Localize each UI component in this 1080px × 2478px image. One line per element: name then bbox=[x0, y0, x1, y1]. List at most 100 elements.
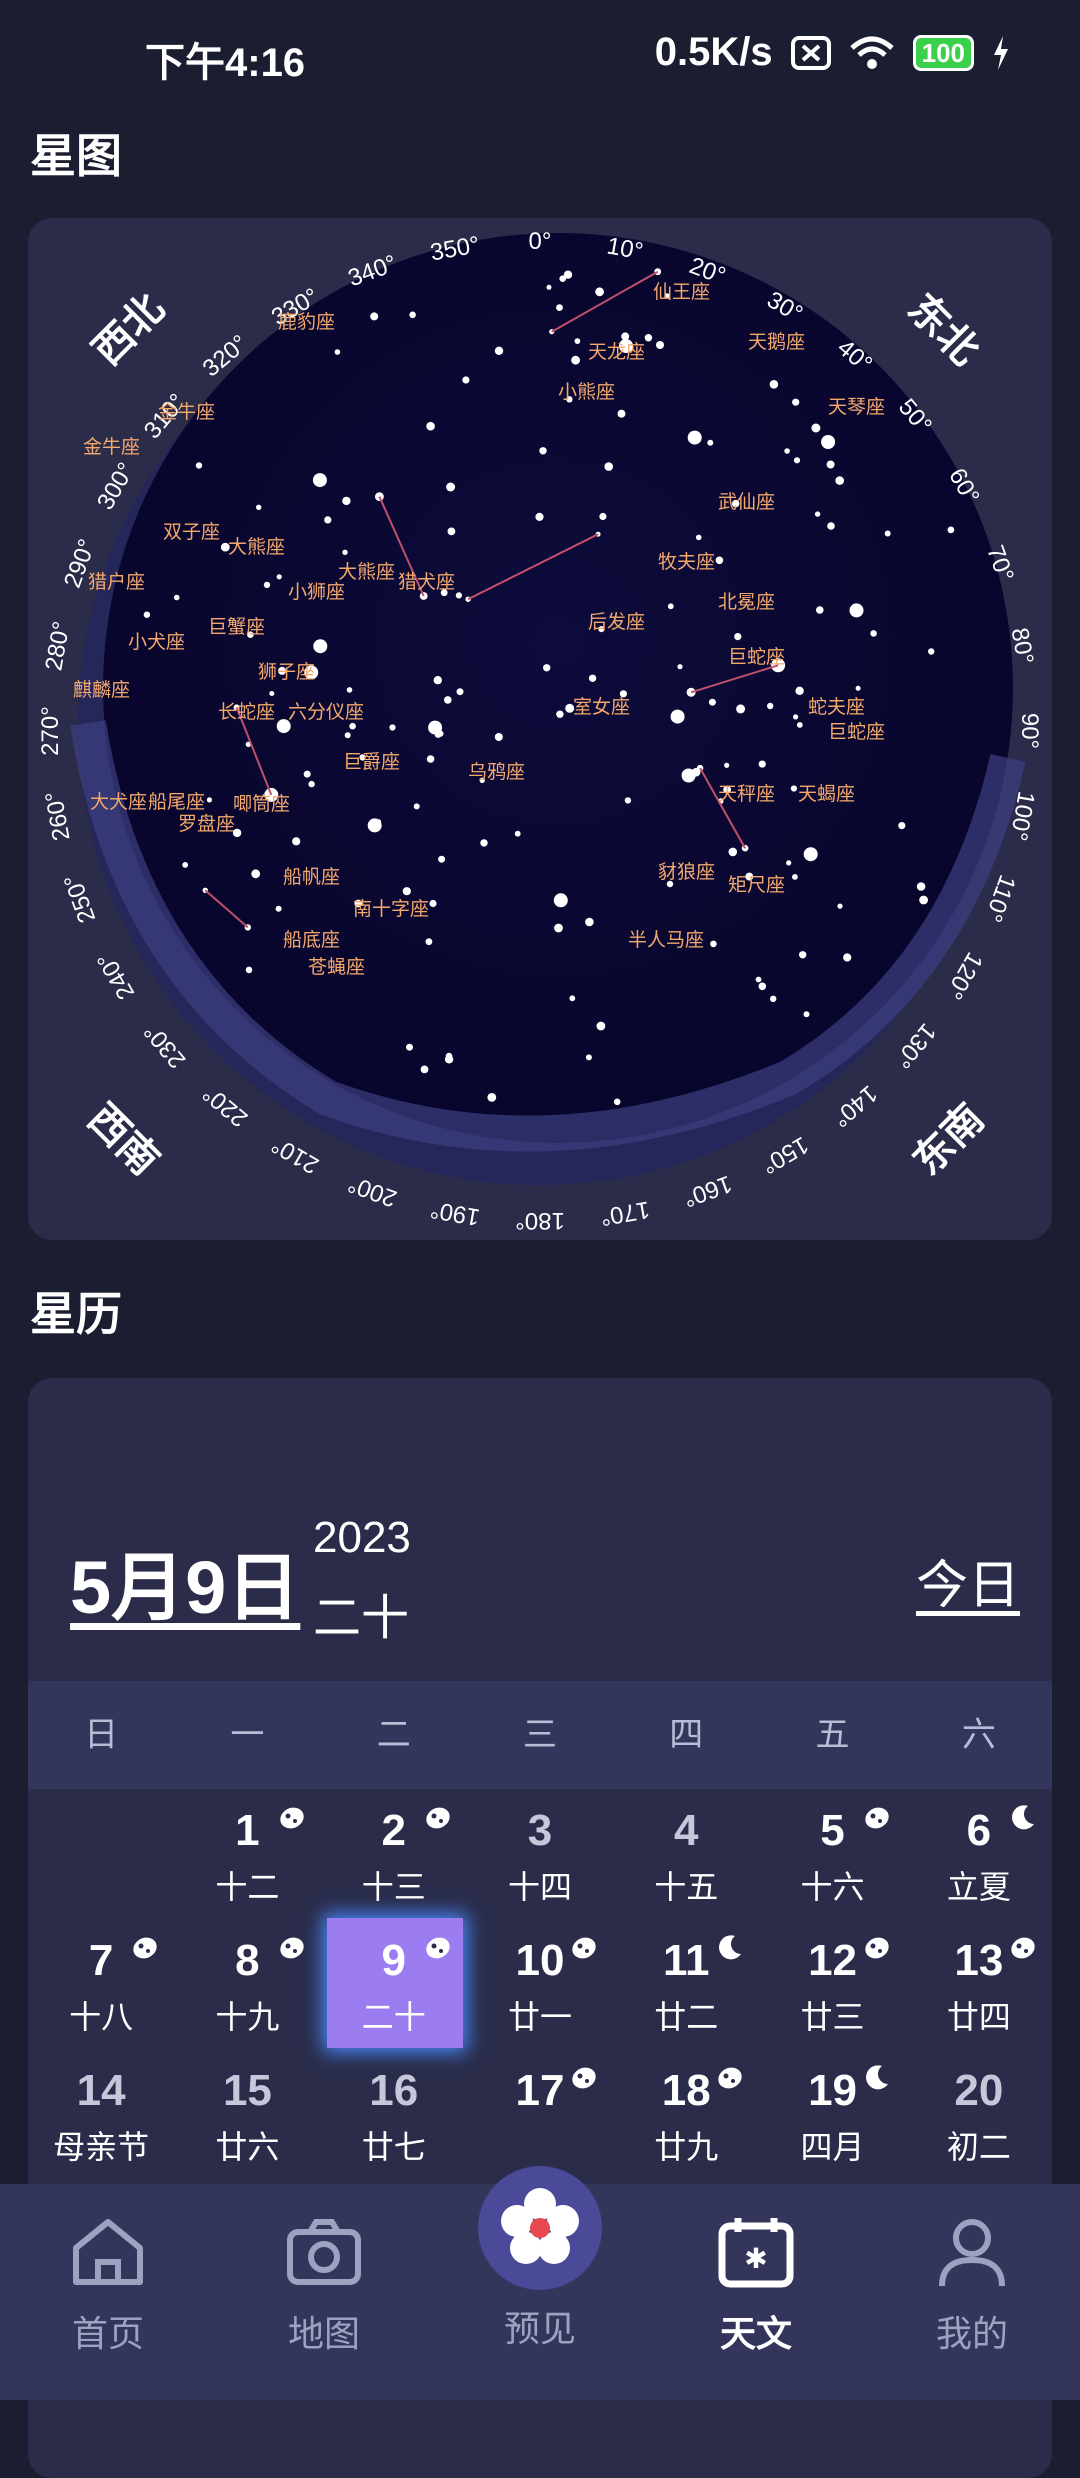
degree-label: 150° bbox=[757, 1131, 813, 1179]
star bbox=[559, 275, 566, 282]
star bbox=[269, 691, 275, 696]
calendar-day[interactable]: 20 初二 bbox=[906, 2048, 1052, 2178]
calendar-day[interactable]: 8 十九 bbox=[174, 1918, 320, 2048]
constellation-label: 苍蝇座 bbox=[308, 956, 365, 978]
star bbox=[599, 512, 607, 521]
star bbox=[656, 341, 664, 349]
status-bar: 下午4:16 0.5K/s 100 bbox=[0, 0, 1080, 110]
wifi-icon bbox=[849, 36, 894, 69]
calendar-day[interactable]: 4 十五 bbox=[613, 1788, 759, 1918]
degree-label: 230° bbox=[139, 1018, 192, 1073]
calendar-day[interactable]: 16 廿七 bbox=[321, 2048, 467, 2178]
star bbox=[947, 526, 955, 534]
star bbox=[543, 664, 551, 672]
constellation-label: 天鹅座 bbox=[748, 331, 805, 353]
star bbox=[444, 696, 452, 704]
star bbox=[928, 648, 935, 655]
day-lunar-label: 廿三 bbox=[800, 1999, 865, 2035]
weekday-label: 六 bbox=[961, 1716, 996, 1754]
star bbox=[256, 504, 262, 510]
day-lunar-label: 廿九 bbox=[654, 2129, 719, 2165]
calendar-day[interactable]: 13 廿四 bbox=[906, 1918, 1052, 2048]
star bbox=[494, 733, 503, 741]
star bbox=[494, 346, 504, 355]
day-lunar-label: 廿六 bbox=[215, 2129, 280, 2165]
starmap-title: 星图 bbox=[30, 130, 122, 182]
cloud-icon bbox=[133, 1937, 157, 1959]
star bbox=[245, 966, 253, 974]
constellation-label: 巨蛇座 bbox=[828, 721, 885, 743]
degree-label: 210° bbox=[267, 1131, 323, 1179]
calendar-day[interactable]: 1 十二 bbox=[174, 1788, 320, 1918]
star bbox=[670, 709, 685, 724]
constellation-label: 豺狼座 bbox=[658, 861, 715, 883]
day-number: 4 bbox=[674, 1806, 699, 1855]
tab-me-label: 我的 bbox=[935, 2313, 1008, 2354]
calendar-day[interactable]: 18 廿九 bbox=[613, 2048, 759, 2178]
star bbox=[426, 755, 435, 763]
star-map-card[interactable]: 350° 0° 10° 20° 30° 40° 50° 60° 70° 80° 90° 100° 110… bbox=[28, 218, 1052, 1240]
calendar-day[interactable]: 9 二十 bbox=[321, 1918, 467, 2048]
star bbox=[667, 603, 674, 610]
calendar-day[interactable]: 11 廿二 bbox=[613, 1918, 759, 2048]
calendar-day[interactable]: 2 十三 bbox=[321, 1788, 467, 1918]
calendar-day[interactable]: 10 廿一 bbox=[467, 1918, 613, 2048]
tab-home[interactable]: 首页 bbox=[28, 2214, 188, 2357]
star bbox=[715, 556, 724, 565]
day-lunar-label: 十四 bbox=[507, 1869, 572, 1905]
star bbox=[571, 355, 580, 365]
battery-icon: 100 bbox=[912, 34, 974, 71]
constellation-label: 船底座 bbox=[283, 929, 340, 951]
calendar-day[interactable]: 3 十四 bbox=[467, 1788, 613, 1918]
star bbox=[554, 897, 560, 903]
sky-chart[interactable]: 350° 0° 10°20°30°40°50°60°70°80°90°100°110… bbox=[28, 218, 1052, 1240]
constellation-label: 蛇夫座 bbox=[808, 696, 865, 718]
star bbox=[724, 762, 730, 768]
star bbox=[595, 287, 604, 297]
star bbox=[755, 976, 762, 983]
cloud-icon bbox=[718, 2067, 743, 2089]
day-lunar-label: 初二 bbox=[946, 2129, 1011, 2165]
tab-preview[interactable]: 预见 bbox=[460, 2166, 620, 2352]
moon-icon bbox=[719, 1935, 742, 1960]
today-button[interactable]: 今日 bbox=[916, 1543, 1020, 1618]
calendar-week-row: 1 十二 2 十三 3 十四 4 十五 5 十六 6 立夏 bbox=[28, 1788, 1052, 1918]
camera-icon bbox=[287, 2219, 361, 2285]
star bbox=[795, 686, 804, 695]
cloud-icon bbox=[1011, 1937, 1035, 1959]
tab-map[interactable]: 地图 bbox=[244, 2214, 404, 2357]
constellation-label: 长蛇座 bbox=[218, 701, 275, 723]
calendar-day[interactable]: 7 十八 bbox=[28, 1918, 174, 2048]
star bbox=[710, 940, 717, 948]
calendar-day[interactable]: 5 十六 bbox=[759, 1788, 905, 1918]
day-lunar-label: 四月 bbox=[800, 2129, 865, 2165]
tab-map-label: 地图 bbox=[287, 2313, 360, 2354]
constellation-label: 麒麟座 bbox=[73, 679, 130, 701]
degree-label: 120° bbox=[940, 948, 988, 1004]
star bbox=[554, 923, 563, 933]
tab-astro[interactable]: ✱ 天文 bbox=[676, 2214, 836, 2357]
constellation-label: 天蝎座 bbox=[798, 783, 855, 805]
calendar-day[interactable]: 14 母亲节 bbox=[28, 2048, 174, 2178]
preview-fab[interactable] bbox=[478, 2166, 602, 2290]
star bbox=[898, 822, 906, 830]
tab-me[interactable]: 我的 bbox=[892, 2214, 1052, 2357]
star bbox=[263, 581, 271, 589]
day-lunar-label: 立夏 bbox=[946, 1869, 1011, 1905]
selected-date[interactable]: 5月9日 bbox=[70, 1528, 300, 1635]
calendar-day[interactable]: 12 廿三 bbox=[759, 1918, 905, 2048]
star bbox=[546, 284, 552, 290]
star bbox=[556, 710, 564, 718]
weekday-label: 日 bbox=[84, 1716, 119, 1754]
calendar-day[interactable]: 19 四月 bbox=[759, 2048, 905, 2178]
star bbox=[826, 460, 835, 469]
constellation-label: 武仙座 bbox=[718, 491, 775, 513]
calendar-day[interactable]: 15 廿六 bbox=[174, 2048, 320, 2178]
calendar-day[interactable]: 17 bbox=[467, 2048, 613, 2178]
day-lunar-label: 十五 bbox=[654, 1869, 719, 1905]
constellation-label: 小熊座 bbox=[558, 381, 615, 403]
degree-label: 190° bbox=[428, 1195, 482, 1230]
calendar-day[interactable]: 6 立夏 bbox=[906, 1788, 1052, 1918]
star bbox=[677, 664, 683, 670]
star bbox=[276, 574, 282, 580]
